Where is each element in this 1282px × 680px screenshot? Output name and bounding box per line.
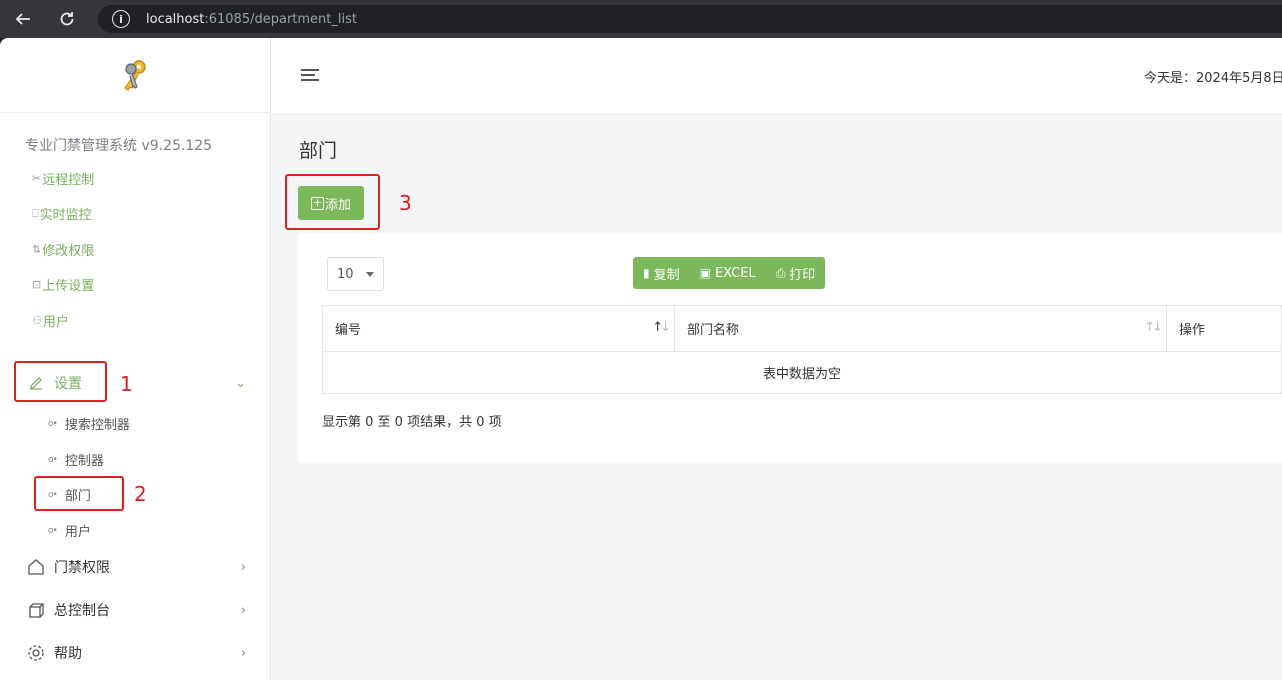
menu-help[interactable]: 帮助 › [0, 633, 270, 673]
excel-file-icon: ▣ [699, 266, 711, 280]
table-info: 显示第 0 至 0 项结果，共 0 项 [322, 415, 502, 430]
system-title: 专业门禁管理系统 v9.25.125 [25, 138, 213, 154]
chevron-right-icon: › [240, 602, 246, 618]
date-display: 今天是：2024年5月8日 [1144, 71, 1282, 86]
url-text: localhost:61085/department_list [146, 11, 357, 27]
menu-console[interactable]: 总控制台 › [0, 590, 270, 630]
submenu-controller[interactable]: o• 控制器 [48, 450, 104, 469]
menu-access-permission[interactable]: 门禁权限 › [0, 547, 270, 587]
annotation-box-1 [14, 361, 107, 402]
column-header-department-name[interactable]: 部门名称 ↑↓ [674, 305, 1167, 352]
print-icon: ⎙ [775, 265, 786, 280]
sort-icon: ↑↓ [652, 320, 671, 335]
excel-button[interactable]: ▣ EXCEL [690, 257, 766, 289]
back-icon[interactable] [10, 6, 36, 32]
chevron-right-icon: › [240, 645, 246, 661]
top-header: 今天是：2024年5月8日 [271, 38, 1282, 115]
app-window: 专业门禁管理系统 v9.25.125 ✂ 远程控制 ⎕ 实时监控 ⇅ 修改权限 ⊡ 上传… [0, 38, 1282, 680]
bullet-icon: o• [48, 454, 58, 465]
column-header-id[interactable]: 编号 ↑↓ [322, 305, 675, 352]
chevron-right-icon: › [240, 559, 246, 575]
annotation-box-3 [285, 174, 380, 230]
chevron-down-icon: ⌄ [235, 375, 246, 391]
users-icon: ⚇ [32, 314, 42, 327]
table-panel: 10 ▮ 复制 ▣ EXCEL ⎙ 打印 编号 ↑↓ 部门名称 ↑↓ 操作 表中数据为空 [298, 233, 1282, 463]
submenu-user[interactable]: o• 用户 [48, 521, 91, 540]
logo[interactable] [0, 38, 270, 113]
copy-button[interactable]: ▮ 复制 [633, 257, 690, 289]
print-button[interactable]: ⎙ 打印 [766, 257, 826, 289]
keys-logo-icon [124, 60, 146, 91]
bullet-icon: o• [48, 525, 58, 536]
annotation-number-1: 1 [120, 372, 133, 396]
cube-icon [26, 600, 46, 620]
department-table: 编号 ↑↓ 部门名称 ↑↓ 操作 表中数据为空 [322, 305, 1282, 394]
upload-icon: ⊡ [32, 278, 42, 291]
quick-link-users[interactable]: ⚇ 用户 [32, 311, 69, 330]
menu-toggle-icon[interactable] [301, 69, 319, 84]
annotation-number-2: 2 [134, 482, 147, 506]
submenu-search-controller[interactable]: o• 搜索控制器 [48, 414, 130, 433]
monitor-icon: ⎕ [32, 206, 39, 220]
gear-icon [26, 643, 46, 663]
annotation-number-3: 3 [399, 191, 412, 215]
browser-toolbar: i localhost:61085/department_list [0, 0, 1282, 38]
quick-link-remote-control[interactable]: ✂ 远程控制 [32, 169, 94, 188]
table-row: 表中数据为空 [322, 351, 1282, 394]
tools-icon: ✂ [32, 172, 42, 185]
copy-icon: ▮ [643, 266, 650, 280]
bullet-icon: o• [48, 418, 58, 429]
home-icon [26, 557, 46, 577]
column-header-actions: 操作 [1166, 305, 1282, 352]
quick-link-realtime-monitor[interactable]: ⎕ 实时监控 [32, 204, 92, 224]
empty-table-message: 表中数据为空 [322, 351, 1282, 394]
address-bar[interactable]: i localhost:61085/department_list [98, 5, 1282, 33]
caret-down-icon [366, 272, 374, 277]
page-title: 部门 [299, 140, 338, 162]
page-length-select[interactable]: 10 [327, 257, 384, 291]
sort-icon: ⇅ [32, 243, 42, 256]
quick-link-upload-settings[interactable]: ⊡ 上传设置 [32, 275, 94, 294]
sort-icon: ↑↓ [1144, 320, 1163, 335]
sidebar: 专业门禁管理系统 v9.25.125 ✂ 远程控制 ⎕ 实时监控 ⇅ 修改权限 ⊡ 上传… [0, 38, 271, 680]
reload-icon[interactable] [54, 6, 80, 32]
quick-link-modify-permission[interactable]: ⇅ 修改权限 [32, 240, 94, 259]
export-button-group: ▮ 复制 ▣ EXCEL ⎙ 打印 [633, 257, 826, 289]
annotation-box-2 [34, 476, 124, 511]
info-icon[interactable]: i [112, 10, 130, 28]
